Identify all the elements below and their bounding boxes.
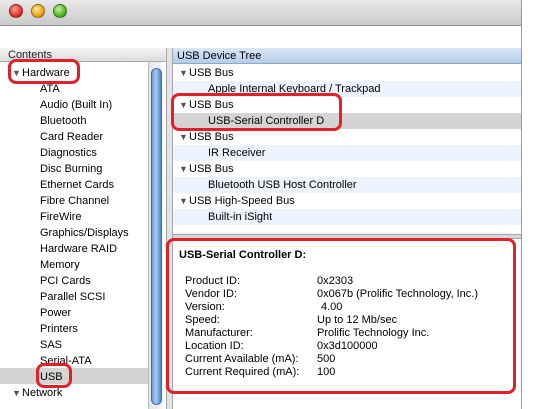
sidebar-item-card-reader[interactable]: Card Reader <box>40 129 103 145</box>
tree-row-label: USB Bus <box>189 67 234 79</box>
tree-row-label: Bluetooth USB Host Controller <box>208 179 357 191</box>
sidebar-item-bluetooth[interactable]: Bluetooth <box>40 113 86 129</box>
sidebar-item-firewire[interactable]: FireWire <box>40 209 82 225</box>
tree-row-label: USB High-Speed Bus <box>189 195 295 207</box>
sidebar-item-parallel-scsi[interactable]: Parallel SCSI <box>40 289 105 305</box>
sidebar-group-label: Network <box>22 387 63 399</box>
sidebar-item-pci-cards[interactable]: PCI Cards <box>40 273 91 289</box>
annotation-usb-highlight <box>36 363 72 388</box>
zoom-window-button[interactable] <box>53 4 67 18</box>
annotation-detail-highlight <box>166 238 516 394</box>
tree-row-device[interactable]: Built-in iSight <box>173 209 521 225</box>
tree-row-device[interactable]: IR Receiver <box>173 145 521 161</box>
sidebar-scrollbar[interactable] <box>148 62 163 409</box>
disclosure-triangle-open-icon[interactable]: ▼ <box>179 65 189 81</box>
sidebar-item-disc-burning[interactable]: Disc Burning <box>40 161 102 177</box>
close-window-button[interactable] <box>9 4 23 18</box>
tree-row-label: IR Receiver <box>208 147 266 159</box>
disclosure-triangle-open-icon[interactable]: ▼ <box>12 385 22 401</box>
sidebar-item-power[interactable]: Power <box>40 305 71 321</box>
sidebar-item-diagnostics[interactable]: Diagnostics <box>40 145 97 161</box>
sidebar-item-graphics-displays[interactable]: Graphics/Displays <box>40 225 129 241</box>
disclosure-triangle-open-icon[interactable]: ▼ <box>179 193 189 209</box>
tree-column-header[interactable]: USB Device Tree <box>173 48 521 64</box>
disclosure-triangle-open-icon[interactable]: ▼ <box>179 129 189 145</box>
annotation-serial-controller-highlight <box>171 93 342 131</box>
sidebar-item-printers[interactable]: Printers <box>40 321 78 337</box>
disclosure-triangle-open-icon[interactable]: ▼ <box>179 161 189 177</box>
tree-row-usb-bus[interactable]: ▼USB Bus <box>173 161 521 177</box>
contents-sidebar: Contents ▼Hardware ATA Audio (Built In) … <box>0 48 166 409</box>
usb-device-tree: USB Device Tree ▼USB Bus Apple Internal … <box>173 48 521 234</box>
sidebar-item-memory[interactable]: Memory <box>40 257 80 273</box>
annotation-hardware-highlight <box>8 59 80 84</box>
minimize-window-button[interactable] <box>31 4 45 18</box>
window-titlebar <box>0 0 522 26</box>
tree-row-usb-bus[interactable]: ▼USB Bus <box>173 129 521 145</box>
sidebar-selection-highlight <box>0 368 148 384</box>
tree-row-device[interactable]: Bluetooth USB Host Controller <box>173 177 521 193</box>
sidebar-item-fibre-channel[interactable]: Fibre Channel <box>40 193 109 209</box>
tree-row-label: USB Bus <box>189 163 234 175</box>
window-edge <box>521 0 522 409</box>
tree-row-usb-high-speed-bus[interactable]: ▼USB High-Speed Bus <box>173 193 521 209</box>
sidebar-item-audio[interactable]: Audio (Built In) <box>40 97 112 113</box>
sidebar-item-ethernet-cards[interactable]: Ethernet Cards <box>40 177 114 193</box>
sidebar-scrollbar-thumb[interactable] <box>151 68 162 405</box>
tree-row-label: USB Bus <box>189 131 234 143</box>
tree-row-usb-bus[interactable]: ▼USB Bus <box>173 65 521 81</box>
sidebar-item-sas[interactable]: SAS <box>40 337 62 353</box>
tree-row-label: Built-in iSight <box>208 211 273 223</box>
sidebar-item-hardware-raid[interactable]: Hardware RAID <box>40 241 117 257</box>
